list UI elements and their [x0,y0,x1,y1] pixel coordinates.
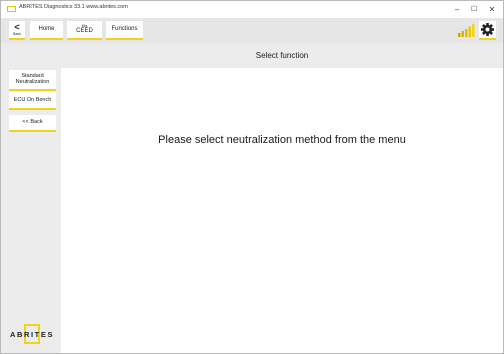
toolbar: < Back Home Kia CEED Functions [1,18,503,43]
vehicle-model: CEED [76,28,93,34]
window-title: ABRITES Diagnostics 33.1 www.abrites.com [19,4,128,10]
app-window: ABRITES Diagnostics 33.1 www.abrites.com… [0,0,504,354]
signal-strength-icon [458,24,475,37]
sidebar-item-back[interactable]: << Back [9,115,56,132]
close-button[interactable]: ✕ [482,3,502,16]
instruction-message: Please select neutralization method from… [158,134,406,146]
sidebar-item-label-line2: Neutralization [15,79,50,85]
sidebar: Standard Neutralization ECU On Bench << … [1,68,61,353]
svg-text:ABRITES: ABRITES [10,330,54,339]
main-content: Please select neutralization method from… [61,68,503,353]
vehicle-model-button[interactable]: Kia CEED [67,21,102,40]
page-title: Select function [255,51,309,60]
settings-button[interactable] [479,21,496,40]
back-arrow-icon: < [14,22,20,32]
abrites-logo: ABRITES [10,324,54,344]
app-icon [7,6,16,12]
functions-button[interactable]: Functions [106,21,143,40]
sidebar-item-standard-neutralization[interactable]: Standard Neutralization [9,70,56,91]
gear-icon [481,23,494,36]
function-header: Select function [1,43,503,68]
title-bar: ABRITES Diagnostics 33.1 www.abrites.com… [1,1,503,18]
maximize-button[interactable]: ☐ [464,3,484,16]
back-button[interactable]: < Back [9,21,25,40]
back-label: Back [13,32,21,36]
home-button[interactable]: Home [30,21,63,40]
sidebar-item-ecu-on-bench[interactable]: ECU On Bench [9,92,56,110]
